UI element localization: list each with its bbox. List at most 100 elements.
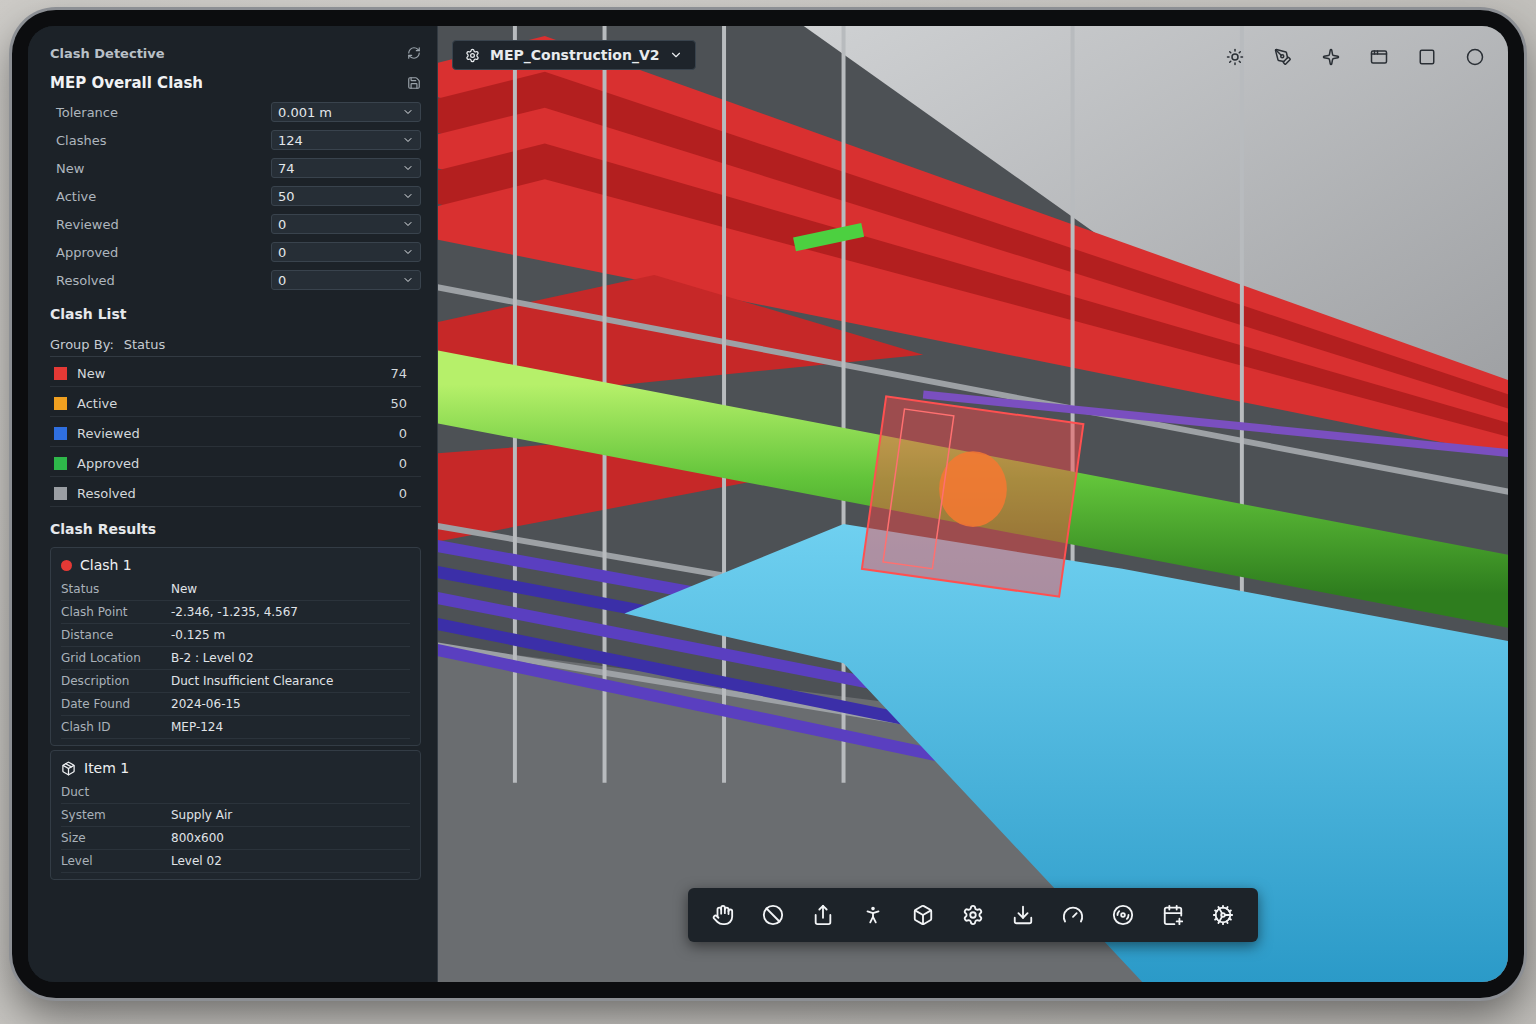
test-header: MEP Overall Clash (50, 70, 421, 96)
status-swatch (54, 427, 67, 440)
chevron-down-icon (402, 190, 414, 202)
status-label: Approved (77, 456, 389, 471)
clash-field: StatusNew (61, 578, 410, 601)
group-by-row[interactable]: Group By:Status (50, 332, 421, 357)
clash-field: DescriptionDuct Insufficient Clearance (61, 670, 410, 693)
window-icon[interactable] (1364, 42, 1394, 72)
status-swatch (54, 487, 67, 500)
gear-icon[interactable] (958, 900, 988, 930)
status-count: 0 (399, 456, 421, 471)
calendar-icon[interactable] (1158, 900, 1188, 930)
summary-field[interactable]: 0 (271, 214, 421, 234)
desk-surface: Clash Detective MEP Overall Clash Toleranc… (0, 0, 1536, 1024)
panel-header: Clash Detective (50, 40, 421, 66)
cog-icon[interactable] (1208, 900, 1238, 930)
summary-row: Reviewed 0 (50, 212, 421, 236)
item-header: Item 1 (61, 755, 410, 781)
summary-label: Reviewed (56, 217, 119, 232)
download-icon[interactable] (1008, 900, 1038, 930)
summary-field[interactable]: 50 (271, 186, 421, 206)
summary-row: Active 50 (50, 184, 421, 208)
gear-icon (465, 48, 480, 63)
clash-field: Date Found2024-06-15 (61, 693, 410, 716)
summary-label: Resolved (56, 273, 115, 288)
summary-label: Active (56, 189, 96, 204)
status-row[interactable]: Active 50 (50, 391, 421, 417)
tablet-screen: Clash Detective MEP Overall Clash Toleranc… (28, 26, 1508, 982)
chevron-down-icon (402, 274, 414, 286)
summary-row: Resolved 0 (50, 268, 421, 292)
chevron-down-icon (402, 246, 414, 258)
item-category: Duct (61, 781, 410, 804)
item-field: SystemSupply Air (61, 804, 410, 827)
section-icon[interactable] (758, 900, 788, 930)
item-icon (61, 761, 76, 776)
measure-icon[interactable] (1058, 900, 1088, 930)
navigation-toolbar (688, 888, 1258, 942)
tablet: Clash Detective MEP Overall Clash Toleranc… (12, 10, 1524, 998)
save-icon[interactable] (407, 76, 421, 90)
status-label: New (77, 366, 380, 381)
chevron-down-icon (402, 162, 414, 174)
clash-field: Clash IDMEP-124 (61, 716, 410, 739)
hand-icon[interactable] (708, 900, 738, 930)
summary-row: Approved 0 (50, 240, 421, 264)
status-label: Active (77, 396, 380, 411)
status-row[interactable]: Reviewed 0 (50, 421, 421, 447)
summary-field[interactable]: 0 (271, 270, 421, 290)
clash-card[interactable]: Clash 1StatusNewClash Point-2.346, -1.23… (50, 547, 421, 746)
clash-field: Clash Point-2.346, -1.235, 4.567 (61, 601, 410, 624)
status-count: 0 (399, 486, 421, 501)
summary-field[interactable]: 0.001 m (271, 102, 421, 122)
item-card[interactable]: Item 1DuctSystemSupply AirSize800x600Lev… (50, 750, 421, 880)
sparkle-icon[interactable] (1316, 42, 1346, 72)
walk-icon[interactable] (858, 900, 888, 930)
summary-row: New 74 (50, 156, 421, 180)
clash-panel: Clash Detective MEP Overall Clash Toleranc… (28, 26, 438, 982)
status-swatch (54, 397, 67, 410)
test-name: MEP Overall Clash (50, 74, 203, 92)
viewport: MEP_Construction_V2 (438, 26, 1508, 982)
chevron-down-icon (669, 48, 683, 62)
summary-label: Tolerance (56, 105, 118, 120)
summary-label: New (56, 161, 84, 176)
item-field: Size800x600 (61, 827, 410, 850)
status-label: Resolved (77, 486, 389, 501)
section-title: Clash Results (50, 521, 421, 543)
section-title: Clash List (50, 306, 421, 328)
summary-field[interactable]: 124 (271, 130, 421, 150)
summary-row: Tolerance 0.001 m (50, 100, 421, 124)
sun-icon[interactable] (1220, 42, 1250, 72)
status-row[interactable]: Resolved 0 (50, 481, 421, 507)
clash-field: Distance-0.125 m (61, 624, 410, 647)
summary-row: Clashes 124 (50, 128, 421, 152)
chevron-down-icon (402, 218, 414, 230)
chevron-down-icon (402, 134, 414, 146)
status-count: 50 (390, 396, 421, 411)
summary-field[interactable]: 0 (271, 242, 421, 262)
status-label: Reviewed (77, 426, 389, 441)
markup-icon[interactable] (1268, 42, 1298, 72)
clash-dot (61, 560, 72, 571)
status-swatch (54, 367, 67, 380)
status-count: 0 (399, 426, 421, 441)
clash-header: Clash 1 (61, 552, 410, 578)
status-swatch (54, 457, 67, 470)
square-icon[interactable] (1412, 42, 1442, 72)
summary-field[interactable]: 74 (271, 158, 421, 178)
status-row[interactable]: New 74 (50, 361, 421, 387)
view-tools (1220, 42, 1490, 72)
cube-icon[interactable] (908, 900, 938, 930)
model-select[interactable]: MEP_Construction_V2 (452, 40, 696, 70)
summary-label: Approved (56, 245, 118, 260)
status-row[interactable]: Approved 0 (50, 451, 421, 477)
clash-field: Grid LocationB-2 : Level 02 (61, 647, 410, 670)
status-count: 74 (390, 366, 421, 381)
item-field: LevelLevel 02 (61, 850, 410, 873)
refresh-icon[interactable] (407, 46, 421, 60)
model-view[interactable] (438, 26, 1508, 982)
circle-icon[interactable] (1460, 42, 1490, 72)
summary-label: Clashes (56, 133, 106, 148)
disc-icon[interactable] (1108, 900, 1138, 930)
export-icon[interactable] (808, 900, 838, 930)
